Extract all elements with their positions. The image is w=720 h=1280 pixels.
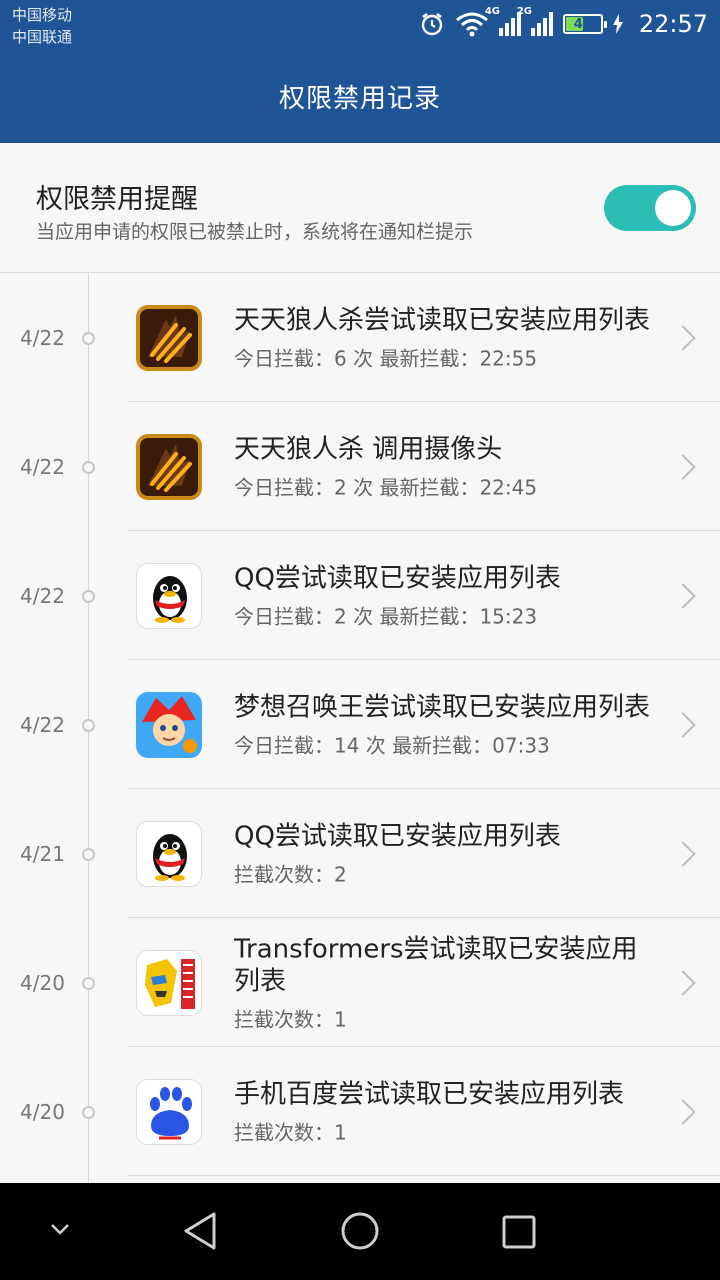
chevron-down-icon[interactable] [48,1221,72,1237]
item-subtitle: 拦截次数：1 [234,1007,347,1031]
chevron-right-icon [670,324,696,351]
timeline-dot [82,976,95,990]
chevron-right-icon [670,711,696,738]
network-2g-label: 2G [516,6,532,17]
home-circle-icon[interactable] [340,1211,380,1251]
werewolf-app-icon [136,304,202,371]
item-subtitle: 拦截次数：1 [234,1120,347,1144]
baidu-paw-icon [136,1078,202,1145]
timeline-dot [82,847,95,861]
battery-level: 48 [573,16,592,32]
status-icons: 4G 2G 48 22:57 [419,6,708,42]
toggle-knob [655,190,691,226]
timeline-dot [82,718,95,732]
item-date: 4/20 [20,970,65,995]
item-date: 4/20 [20,1099,65,1124]
toggle-title: 权限禁用提醒 [36,184,198,215]
item-text: QQ尝试读取已安装应用列表 今日拦截：2 次 最新拦截：15:23 [234,562,650,629]
qq-penguin-icon [136,820,202,887]
item-title: 手机百度尝试读取已安装应用列表 [234,1079,625,1109]
chevron-right-icon [670,840,696,867]
app-header: 中国移动 中国联通 4G 2G 48 22:57 权限禁用记录 [0,0,720,143]
chevron-right-icon [670,969,696,996]
timeline-dot [82,1105,95,1119]
alarm-icon [421,13,443,36]
record-list: 4/22 天天狼人杀尝试读取已安装应用列表 今日拦截：6 次 最新拦截：22:5… [0,273,720,1183]
divider [128,1175,720,1176]
item-text: Transformers尝试读取已安装应用列表 拦截次数：1 [234,933,650,1032]
wifi-icon [455,12,488,37]
item-subtitle: 今日拦截：2 次 最新拦截：22:45 [234,475,538,499]
item-date: 4/22 [20,712,65,737]
item-date: 4/22 [20,583,65,608]
charging-bolt-icon [612,14,623,34]
carrier-1: 中国移动 [12,6,73,24]
status-time: 22:57 [638,10,708,38]
item-text: 手机百度尝试读取已安装应用列表 拦截次数：1 [234,1078,650,1145]
permission-reminder-setting: 权限禁用提醒 当应用申请的权限已被禁止时，系统将在通知栏提示 [0,143,720,273]
dream-summoner-app-icon [136,691,202,758]
carrier-info: 中国移动 中国联通 [12,4,72,48]
signal-2g-icon: 2G [517,6,553,36]
item-title: QQ尝试读取已安装应用列表 [234,563,561,593]
werewolf-app-icon [136,433,202,500]
back-triangle-icon[interactable] [182,1211,218,1251]
carrier-2: 中国联通 [12,28,73,46]
transformers-app-icon [136,949,202,1016]
list-item[interactable]: 4/22 天天狼人杀 调用摄像头 今日拦截：2 次 最新拦截：22:45 [0,402,720,531]
item-date: 4/21 [20,841,65,866]
list-item[interactable]: 4/20 Transformers尝试读取已安装应用列表 拦截次数：1 [0,918,720,1047]
qq-penguin-icon [136,562,202,629]
list-item[interactable]: 4/22 梦想召唤王尝试读取已安装应用列表 今日拦截：14 次 最新拦截：07:… [0,660,720,789]
network-4g-label: 4G [484,6,500,17]
chevron-right-icon [670,453,696,480]
recents-square-icon[interactable] [502,1215,536,1249]
chevron-right-icon [670,582,696,609]
list-item[interactable]: 4/20 手机百度尝试读取已安装应用列表 拦截次数：1 [0,1047,720,1176]
timeline-dot [82,589,95,603]
item-text: 天天狼人杀 调用摄像头 今日拦截：2 次 最新拦截：22:45 [234,433,650,500]
toggle-description: 当应用申请的权限已被禁止时，系统将在通知栏提示 [36,221,474,243]
system-nav-bar [0,1183,720,1280]
item-title: Transformers尝试读取已安装应用列表 [234,934,638,996]
item-text: 天天狼人杀尝试读取已安装应用列表 今日拦截：6 次 最新拦截：22:55 [234,304,650,371]
item-title: 天天狼人杀尝试读取已安装应用列表 [234,305,651,335]
item-date: 4/22 [20,325,65,350]
list-item[interactable]: 4/22 天天狼人杀尝试读取已安装应用列表 今日拦截：6 次 最新拦截：22:5… [0,273,720,402]
item-title: 天天狼人杀 调用摄像头 [234,434,503,464]
item-date: 4/22 [20,454,65,479]
item-subtitle: 今日拦截：2 次 最新拦截：15:23 [234,604,538,628]
item-text: QQ尝试读取已安装应用列表 拦截次数：2 [234,820,650,887]
item-title: QQ尝试读取已安装应用列表 [234,821,561,851]
page-title: 权限禁用记录 [278,84,441,114]
item-subtitle: 拦截次数：2 [234,862,347,886]
permission-reminder-toggle[interactable] [604,185,696,231]
chevron-right-icon [670,1098,696,1125]
battery-icon: 48 [562,14,607,34]
list-item[interactable]: 4/21 QQ尝试读取已安装应用列表 拦截次数：2 [0,789,720,918]
item-subtitle: 今日拦截：6 次 最新拦截：22:55 [234,346,538,370]
timeline-dot [82,460,95,474]
item-title: 梦想召唤王尝试读取已安装应用列表 [234,692,651,722]
item-subtitle: 今日拦截：14 次 最新拦截：07:33 [234,733,550,757]
timeline-dot [82,331,95,345]
item-text: 梦想召唤王尝试读取已安装应用列表 今日拦截：14 次 最新拦截：07:33 [234,691,650,758]
list-item[interactable]: 4/22 QQ尝试读取已安装应用列表 今日拦截：2 次 最新拦截：15:23 [0,531,720,660]
